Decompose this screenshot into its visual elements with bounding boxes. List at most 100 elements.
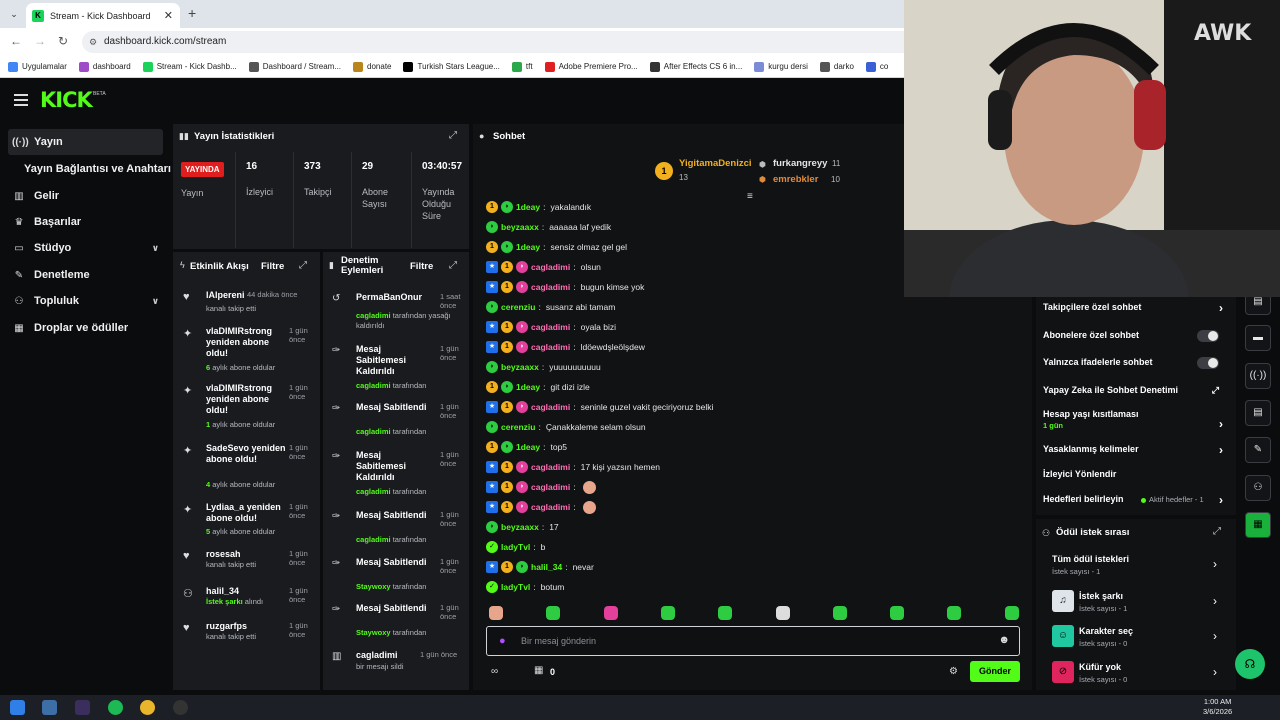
moderator-badge-icon[interactable]: ★ (486, 321, 498, 333)
subscriber-badge-icon[interactable]: ◗ (516, 261, 528, 273)
expand-icon[interactable]: ⤢ (299, 260, 307, 271)
chat-setting-row[interactable]: Yapay Zeka ile Sohbet Denetimi ⤢ (1043, 385, 1229, 403)
chat-input[interactable]: ● Bir mesaj gönderin ☻ (486, 626, 1020, 656)
kick-logo[interactable]: KICK (40, 88, 93, 112)
gifter-badge-icon[interactable]: 1 (501, 561, 513, 573)
chrome-icon[interactable] (140, 700, 155, 715)
bookmark-item[interactable]: tft (511, 61, 533, 72)
gifter-badge-icon[interactable]: 1 (486, 441, 498, 453)
chat-setting-row[interactable]: Abonelere özel sohbet (1043, 330, 1229, 348)
subscriber-badge-icon[interactable]: ◗ (516, 281, 528, 293)
chat-username[interactable]: cagladimi (531, 482, 570, 492)
bookmark-item[interactable]: Uygulamalar (8, 61, 67, 72)
emote-icon[interactable] (546, 606, 561, 620)
top-gifter-name[interactable]: emrebkler (773, 174, 818, 185)
tab-search-icon[interactable]: ⌄ (6, 6, 22, 22)
chat-username[interactable]: cagladimi (531, 342, 570, 352)
emote-icon[interactable] (947, 606, 962, 620)
bookmark-item[interactable]: Dashboard / Stream... (248, 61, 341, 72)
bookmark-item[interactable]: darko (819, 61, 854, 72)
subscriber-badge-icon[interactable]: ◗ (516, 341, 528, 353)
bookmark-item[interactable]: co (865, 61, 888, 72)
obs-icon[interactable] (173, 700, 188, 715)
gifter-badge-icon[interactable]: 1 (486, 201, 498, 213)
chat-username[interactable]: 1deay (516, 242, 540, 252)
close-tab-icon[interactable]: ✕ (164, 9, 173, 22)
gifter-badge-icon[interactable]: 1 (501, 261, 513, 273)
external-link-icon[interactable]: ⤢ (1212, 385, 1219, 396)
app-icon[interactable] (42, 700, 57, 715)
toggle-switch[interactable] (1197, 357, 1219, 369)
subscriber-badge-icon[interactable]: ◗ (501, 241, 513, 253)
reward-row[interactable]: ⊘ Küfür yok İstek sayısı - 0 › (1050, 661, 1225, 687)
emote-icon[interactable] (1004, 606, 1019, 620)
chat-username[interactable]: halil_34 (531, 562, 562, 572)
chat-username[interactable]: beyzaaxx (501, 522, 539, 532)
subscriber-badge-icon[interactable]: ◗ (516, 501, 528, 513)
sidebar-item-yayin[interactable]: ((·)) Yayın (8, 129, 163, 155)
chat-setting-row[interactable]: Yasaklanmış kelimeler › (1043, 443, 1229, 462)
chevron-right-icon[interactable]: › (1213, 629, 1217, 643)
people-icon[interactable]: ⚇ (1245, 475, 1271, 501)
chat-setting-row[interactable]: Hesap yaşı kısıtlaması 1 gün › (1043, 409, 1229, 431)
emote-icon[interactable] (775, 606, 790, 620)
moderation-actor[interactable]: cagladimi (356, 427, 391, 436)
windows-start-icon[interactable] (10, 700, 25, 715)
chat-username[interactable]: 1deay (516, 442, 540, 452)
chat-username[interactable]: 1deay (516, 202, 540, 212)
sidebar-item-stream-key[interactable]: Yayın Bağlantısı ve Anahtarı (8, 156, 173, 182)
emote-icon[interactable] (890, 606, 905, 620)
moderator-badge-icon[interactable]: ★ (486, 561, 498, 573)
gifter-badge-icon[interactable]: 1 (501, 461, 513, 473)
browser-tab[interactable]: K Stream - Kick Dashboard ✕ (26, 3, 180, 28)
emote-icon[interactable] (718, 606, 733, 620)
sidebar-item-droplar[interactable]: ▦ Droplar ve ödüller (8, 315, 163, 341)
subscriber-badge-icon[interactable]: ◗ (501, 441, 513, 453)
bookmark-item[interactable]: kurgu dersi (754, 61, 808, 72)
bookmark-item[interactable]: Turkish Stars League... (403, 61, 500, 72)
chevron-down-icon[interactable]: ∨ (152, 296, 159, 307)
reward-row[interactable]: ♫ İstek şarkı İstek sayısı - 1 › (1050, 590, 1225, 616)
help-icon[interactable]: ☊ (1235, 649, 1265, 679)
bookmark-item[interactable]: Adobe Premiere Pro... (544, 61, 638, 72)
moderation-filter-button[interactable]: Filtre (410, 261, 433, 272)
chevron-right-icon[interactable]: › (1213, 557, 1217, 571)
subscriber-badge-icon[interactable]: ◗ (486, 421, 498, 433)
chevron-right-icon[interactable]: › (1213, 665, 1217, 679)
chat-username[interactable]: cagladimi (531, 502, 570, 512)
verified-badge-icon[interactable]: ✓ (486, 581, 498, 593)
clapper-icon[interactable]: ▦ (1245, 512, 1271, 538)
moderator-badge-icon[interactable]: ★ (486, 481, 498, 493)
send-button[interactable]: Gönder (970, 661, 1020, 682)
reward-row[interactable]: ☺ Karakter seç İstek sayısı - 0 › (1050, 625, 1225, 651)
sidebar-item-basarilar[interactable]: ♛ Başarılar (8, 209, 163, 235)
chat-setting-row[interactable]: Hedefleri belirleyin Aktif hedefler - 1 › (1043, 493, 1229, 512)
back-icon[interactable]: ← (10, 34, 22, 48)
moderation-actor[interactable]: Staywoxy (356, 582, 391, 591)
bookmark-item[interactable]: Stream - Kick Dashb... (142, 61, 237, 72)
app-icon[interactable] (75, 700, 90, 715)
top-gifter-name[interactable]: YigitamaDenizci (679, 158, 752, 169)
chat-setting-row[interactable]: Yalnızca ifadelerle sohbet (1043, 357, 1229, 375)
gift-icon[interactable]: ▦ (534, 665, 543, 676)
chat-setting-row[interactable]: İzleyici Yönlendir (1043, 469, 1229, 487)
moderator-badge-icon[interactable]: ★ (486, 401, 498, 413)
moderator-badge-icon[interactable]: ★ (486, 461, 498, 473)
subscriber-badge-icon[interactable]: ◗ (516, 561, 528, 573)
chat-username[interactable]: cagladimi (531, 462, 570, 472)
subscriber-badge-icon[interactable]: ◗ (516, 461, 528, 473)
new-tab-icon[interactable]: + (188, 5, 196, 21)
wrench-icon[interactable]: ✎ (1245, 437, 1271, 463)
subscriber-badge-icon[interactable]: ◗ (486, 361, 498, 373)
subscriber-badge-icon[interactable]: ◗ (501, 201, 513, 213)
chat-username[interactable]: cerenziu (501, 422, 536, 432)
chat-bubble-icon[interactable]: ▬ (1245, 325, 1271, 351)
chat-username[interactable]: cagladimi (531, 262, 570, 272)
microphone-icon[interactable]: ● (499, 635, 506, 647)
subscriber-badge-icon[interactable]: ◗ (516, 481, 528, 493)
top-gifter-name[interactable]: furkangreyy (773, 158, 827, 169)
subscriber-badge-icon[interactable]: ◗ (486, 221, 498, 233)
toggle-switch[interactable] (1197, 330, 1219, 342)
subscriber-badge-icon[interactable]: ◗ (486, 301, 498, 313)
settings-gear-icon[interactable]: ⚙ (949, 666, 958, 677)
